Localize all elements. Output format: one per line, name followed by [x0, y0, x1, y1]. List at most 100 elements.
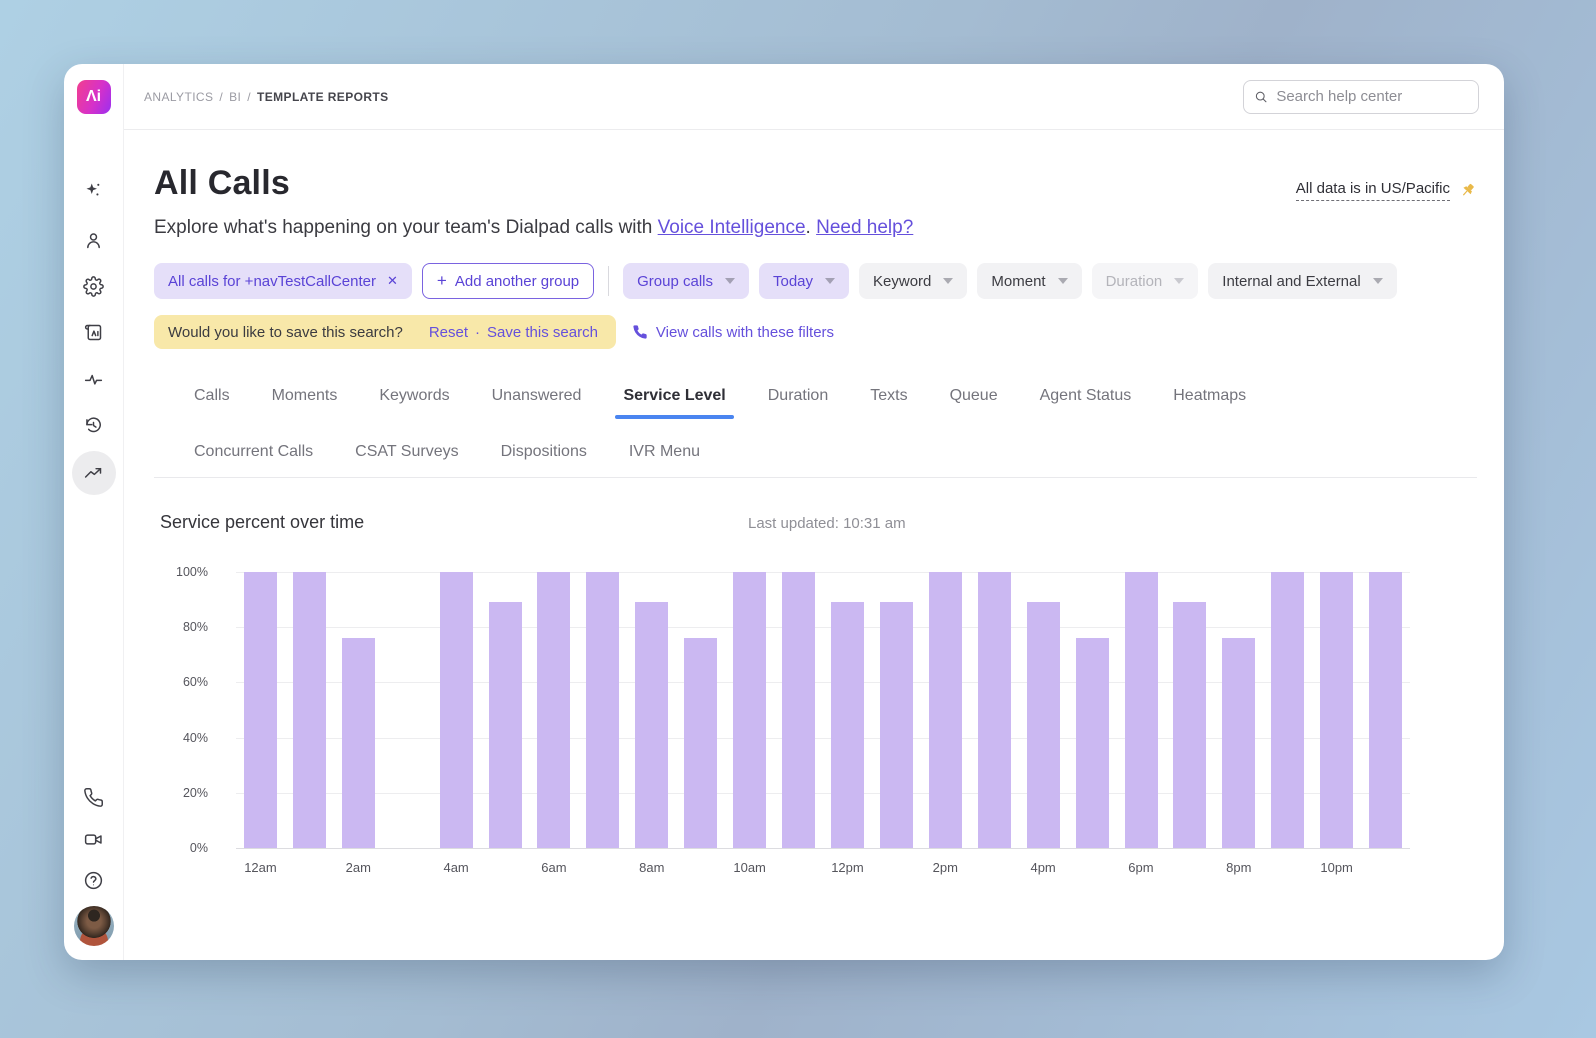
filter-dropdown-moment[interactable]: Moment [977, 263, 1081, 299]
settings-gear-icon[interactable] [82, 274, 106, 298]
filter-dropdown-today[interactable]: Today [759, 263, 849, 299]
pin-icon[interactable] [1458, 181, 1477, 200]
tab-label: Duration [768, 387, 828, 404]
search-input[interactable] [1276, 88, 1468, 105]
subtitle-period: . [806, 217, 817, 238]
bar-slot-7pm [1166, 572, 1215, 848]
tab-ivr-menu[interactable]: IVR Menu [629, 443, 700, 475]
breadcrumb-bi[interactable]: BI [229, 90, 241, 104]
ai-transcripts-icon[interactable] [82, 320, 106, 344]
bar-1am[interactable] [293, 572, 326, 848]
tab-agent-status[interactable]: Agent Status [1040, 387, 1132, 419]
bar-slot-9am [676, 572, 725, 848]
bar-12am[interactable] [244, 572, 277, 848]
top-header: ANALYTICS / BI / TEMPLATE REPORTS [124, 64, 1504, 130]
x-tick-label: 4pm [1030, 860, 1055, 875]
chevron-down-icon [825, 278, 835, 284]
bar-3pm[interactable] [978, 572, 1011, 848]
remove-group-icon[interactable]: ✕ [387, 273, 398, 289]
phone-small-icon [632, 324, 648, 340]
bar-1pm[interactable] [880, 602, 913, 848]
tab-dispositions[interactable]: Dispositions [501, 443, 587, 475]
tab-duration[interactable]: Duration [768, 387, 828, 419]
page-title: All Calls [154, 164, 290, 203]
report-tabs: Calls Moments Keywords Unanswered Service Le… [154, 387, 1477, 475]
tab-queue[interactable]: Queue [950, 387, 998, 419]
tab-service-level[interactable]: Service Level [623, 387, 725, 419]
contacts-icon[interactable] [82, 228, 106, 252]
need-help-link[interactable]: Need help? [816, 217, 913, 238]
bar-8am[interactable] [635, 602, 668, 848]
tab-label: IVR Menu [629, 443, 700, 460]
video-icon[interactable] [82, 827, 106, 851]
tab-moments[interactable]: Moments [272, 387, 338, 419]
x-tick-label: 10am [733, 860, 766, 875]
main-panel: ANALYTICS / BI / TEMPLATE REPORTS All Ca… [124, 64, 1504, 960]
dot-separator: · [475, 324, 480, 341]
tab-csat-surveys[interactable]: CSAT Surveys [355, 443, 458, 475]
history-icon[interactable] [82, 413, 106, 437]
page-subtitle: Explore what's happening on your team's … [154, 217, 1477, 239]
tab-calls[interactable]: Calls [194, 387, 230, 419]
tab-unanswered[interactable]: Unanswered [492, 387, 582, 419]
filter-dropdown-keyword[interactable]: Keyword [859, 263, 967, 299]
filter-dropdowns: Group callsTodayKeywordMomentDurationInt… [623, 263, 1397, 299]
ai-sparkle-icon[interactable] [82, 178, 106, 202]
timezone-note[interactable]: All data is in US/Pacific [1296, 180, 1450, 201]
analytics-trend-icon[interactable] [72, 451, 116, 495]
tab-texts[interactable]: Texts [870, 387, 907, 419]
bar-12pm[interactable] [831, 602, 864, 848]
bar-9am[interactable] [684, 638, 717, 848]
x-tick-label: 4am [443, 860, 468, 875]
user-avatar[interactable] [74, 906, 114, 946]
bar-8pm[interactable] [1222, 638, 1255, 848]
voice-intelligence-link[interactable]: Voice Intelligence [658, 217, 806, 238]
bar-11pm[interactable] [1369, 572, 1402, 848]
bar-5pm[interactable] [1076, 638, 1109, 848]
bar-2pm[interactable] [929, 572, 962, 848]
bar-6am[interactable] [537, 572, 570, 848]
x-axis-labels: 12am2am4am6am8am10am12pm2pm4pm6pm8pm10pm [236, 860, 1410, 880]
dropdown-label: Moment [991, 273, 1045, 290]
bar-slot-5pm [1068, 572, 1117, 848]
breadcrumb-analytics[interactable]: ANALYTICS [144, 90, 213, 104]
reset-link[interactable]: Reset [429, 324, 468, 341]
bar-6pm[interactable] [1125, 572, 1158, 848]
help-search-box[interactable] [1243, 80, 1479, 114]
filter-dropdown-group-calls[interactable]: Group calls [623, 263, 749, 299]
activity-pulse-icon[interactable] [82, 367, 106, 391]
bar-11am[interactable] [782, 572, 815, 848]
dropdown-label: Group calls [637, 273, 713, 290]
bar-4pm[interactable] [1027, 602, 1060, 848]
tab-heatmaps[interactable]: Heatmaps [1173, 387, 1246, 419]
tab-concurrent-calls[interactable]: Concurrent Calls [194, 443, 313, 475]
x-tick-label: 10pm [1320, 860, 1353, 875]
bar-4am[interactable] [440, 572, 473, 848]
sidebar: Λi [64, 64, 124, 960]
chart-plot [236, 572, 1410, 848]
bar-2am[interactable] [342, 638, 375, 848]
bar-5am[interactable] [489, 602, 522, 848]
bar-10pm[interactable] [1320, 572, 1353, 848]
bar-10am[interactable] [733, 572, 766, 848]
active-tab-underline [615, 415, 733, 419]
bar-9pm[interactable] [1271, 572, 1304, 848]
add-group-button[interactable]: + Add another group [422, 263, 594, 299]
gridline [236, 848, 1410, 849]
service-percent-chart: 100%80%60%40%20%0% 12am2am4am6am8am10am1… [154, 572, 1477, 884]
filter-dropdown-internal-and-external[interactable]: Internal and External [1208, 263, 1396, 299]
bar-slot-4pm [1019, 572, 1068, 848]
view-calls-link[interactable]: View calls with these filters [632, 324, 834, 341]
bar-7am[interactable] [586, 572, 619, 848]
dialpad-ai-logo[interactable]: Λi [77, 80, 111, 114]
tabs-divider [154, 477, 1477, 478]
group-filter-chip[interactable]: All calls for +navTestCallCenter ✕ [154, 263, 412, 299]
dropdown-label: Internal and External [1222, 273, 1360, 290]
bar-7pm[interactable] [1173, 602, 1206, 848]
phone-icon[interactable] [82, 785, 106, 809]
save-search-link[interactable]: Save this search [487, 324, 598, 341]
chevron-down-icon [1058, 278, 1068, 284]
tab-keywords[interactable]: Keywords [379, 387, 449, 419]
help-icon[interactable] [82, 868, 106, 892]
bar-slot-6pm [1117, 572, 1166, 848]
